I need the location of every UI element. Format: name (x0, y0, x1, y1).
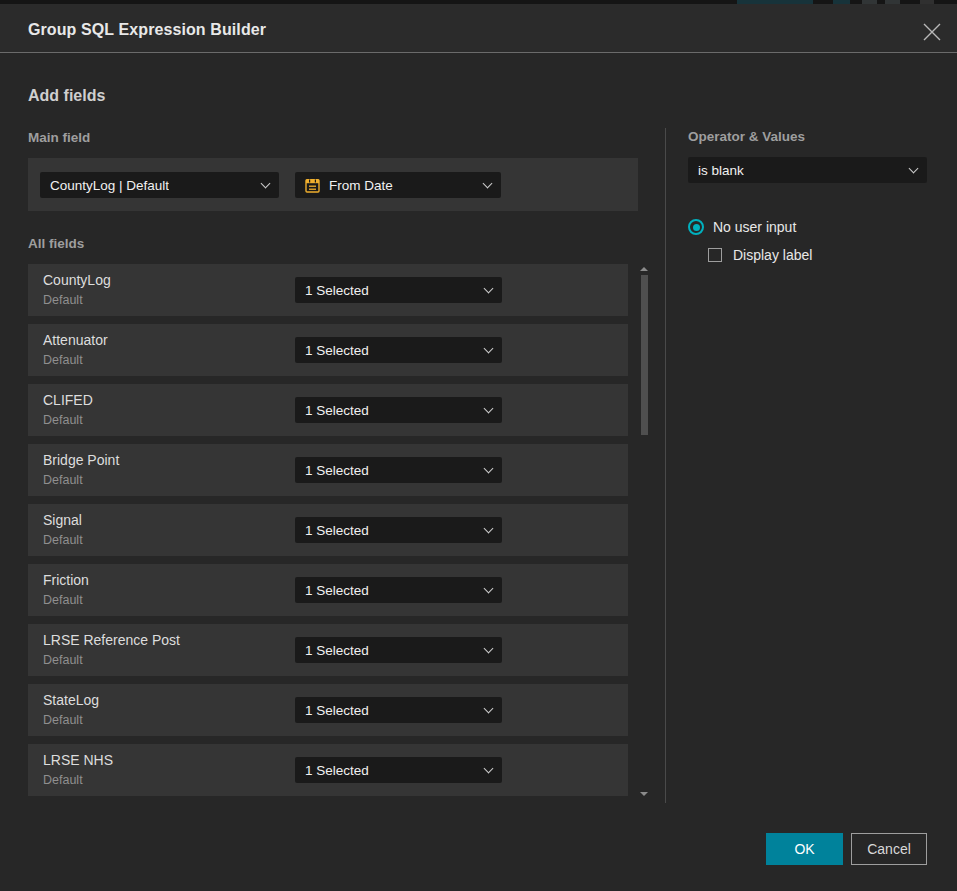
field-name: CLIFED (43, 392, 93, 408)
chevron-down-icon (484, 703, 494, 713)
calendar-icon (305, 178, 320, 193)
selected-count-label: 1 Selected (305, 463, 369, 478)
field-row: CountyLog Default 1 Selected (28, 264, 628, 316)
selected-count-label: 1 Selected (305, 403, 369, 418)
all-fields-list: CountyLog Default 1 Selected Attenuator Defa… (28, 264, 628, 804)
chevron-down-icon (484, 403, 494, 413)
dialog-title: Group SQL Expression Builder (28, 21, 266, 39)
chevron-down-icon (483, 178, 493, 188)
display-label-option[interactable]: Display label (708, 247, 812, 263)
no-user-input-option[interactable]: No user input (688, 219, 796, 235)
selected-count-label: 1 Selected (305, 523, 369, 538)
selected-count-label: 1 Selected (305, 583, 369, 598)
field-name: Bridge Point (43, 452, 119, 468)
field-sublabel: Default (43, 533, 83, 547)
field-name: Friction (43, 572, 89, 588)
main-field-dropdown[interactable]: CountyLog | Default (40, 172, 279, 198)
field-row: Friction Default 1 Selected (28, 564, 628, 616)
dialog-header: Group SQL Expression Builder (0, 4, 957, 53)
field-selected-dropdown[interactable]: 1 Selected (295, 577, 502, 603)
field-selected-dropdown[interactable]: 1 Selected (295, 457, 502, 483)
selected-count-label: 1 Selected (305, 643, 369, 658)
scrollbar-thumb[interactable] (641, 275, 648, 435)
field-selected-dropdown[interactable]: 1 Selected (295, 277, 502, 303)
field-sublabel: Default (43, 773, 83, 787)
operator-values-label: Operator & Values (688, 129, 805, 144)
field-name: StateLog (43, 692, 99, 708)
field-sublabel: Default (43, 473, 83, 487)
chevron-down-icon (909, 163, 919, 173)
chevron-down-icon (484, 763, 494, 773)
chevron-down-icon (261, 178, 271, 188)
main-field-value-dropdown[interactable]: From Date (295, 172, 501, 198)
field-selected-dropdown[interactable]: 1 Selected (295, 337, 502, 363)
field-name: CountyLog (43, 272, 111, 288)
close-icon[interactable] (919, 19, 945, 45)
vertical-divider (665, 128, 666, 803)
field-name: LRSE NHS (43, 752, 113, 768)
field-row: CLIFED Default 1 Selected (28, 384, 628, 436)
field-row: Attenuator Default 1 Selected (28, 324, 628, 376)
field-sublabel: Default (43, 353, 83, 367)
chevron-down-icon (484, 583, 494, 593)
field-sublabel: Default (43, 713, 83, 727)
chevron-down-icon (484, 283, 494, 293)
field-selected-dropdown[interactable]: 1 Selected (295, 757, 502, 783)
field-sublabel: Default (43, 413, 83, 427)
scrollbar-down-arrow[interactable] (640, 792, 648, 796)
chevron-down-icon (484, 523, 494, 533)
field-selected-dropdown[interactable]: 1 Selected (295, 697, 502, 723)
chevron-down-icon (484, 343, 494, 353)
checkbox-unchecked-icon[interactable] (708, 248, 722, 262)
ok-button[interactable]: OK (766, 833, 843, 865)
field-row: Bridge Point Default 1 Selected (28, 444, 628, 496)
all-fields-label: All fields (28, 236, 84, 251)
field-row: LRSE Reference Post Default 1 Selected (28, 624, 628, 676)
selected-count-label: 1 Selected (305, 703, 369, 718)
operator-dropdown[interactable]: is blank (688, 157, 927, 183)
selected-count-label: 1 Selected (305, 343, 369, 358)
field-sublabel: Default (43, 593, 83, 607)
field-selected-dropdown[interactable]: 1 Selected (295, 517, 502, 543)
field-selected-dropdown[interactable]: 1 Selected (295, 397, 502, 423)
field-name: LRSE Reference Post (43, 632, 180, 648)
field-row: Signal Default 1 Selected (28, 504, 628, 556)
field-row: StateLog Default 1 Selected (28, 684, 628, 736)
selected-count-label: 1 Selected (305, 283, 369, 298)
field-selected-dropdown[interactable]: 1 Selected (295, 637, 502, 663)
selected-count-label: 1 Selected (305, 763, 369, 778)
main-field-panel: CountyLog | Default From Date (28, 158, 638, 211)
radio-selected-icon[interactable] (688, 219, 704, 235)
main-field-label: Main field (28, 130, 90, 145)
field-sublabel: Default (43, 653, 83, 667)
field-row: LRSE NHS Default 1 Selected (28, 744, 628, 796)
field-sublabel: Default (43, 293, 83, 307)
scrollbar-up-arrow[interactable] (640, 267, 648, 271)
field-name: Attenuator (43, 332, 108, 348)
cancel-button[interactable]: Cancel (851, 833, 927, 865)
chevron-down-icon (484, 463, 494, 473)
section-title-add-fields: Add fields (28, 87, 105, 105)
chevron-down-icon (484, 643, 494, 653)
field-name: Signal (43, 512, 82, 528)
